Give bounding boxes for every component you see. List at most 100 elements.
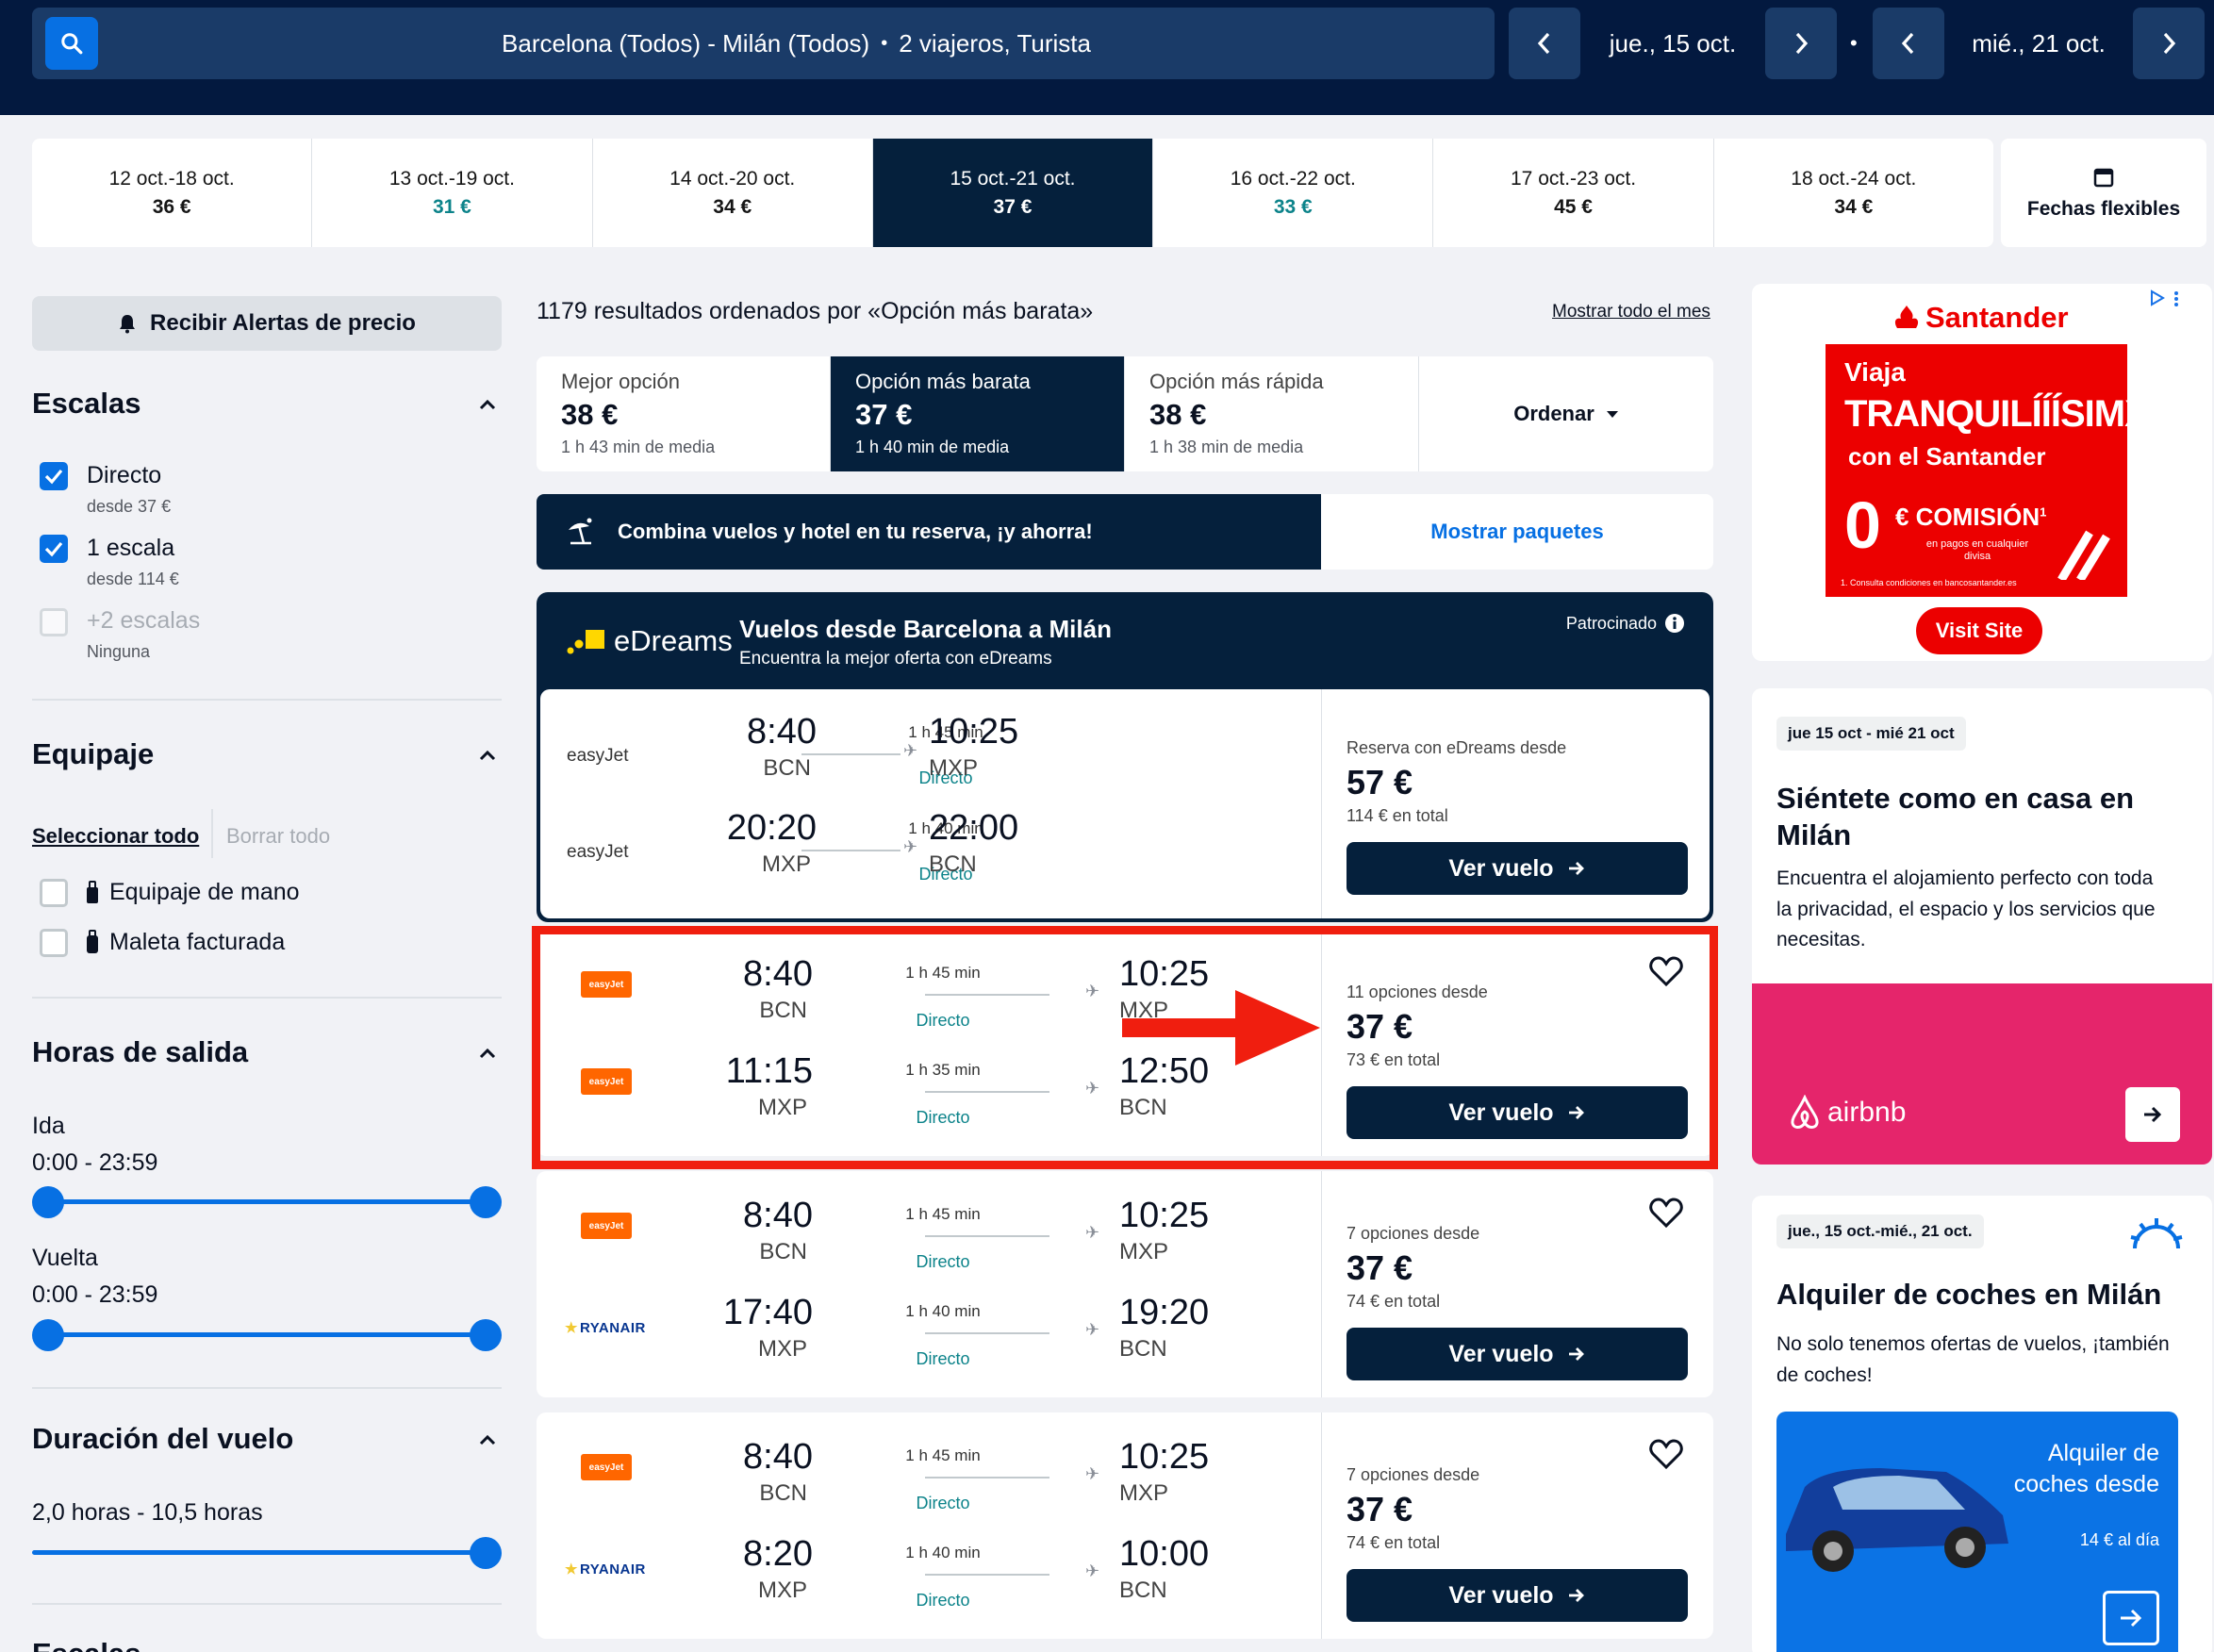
search-icon [61,33,83,55]
car-rental-ad[interactable]: jue., 15 oct.-mié., 21 oct. Alquiler de … [1752,1196,2212,1652]
edreams-itinerary[interactable]: easyJet 8:40 BCN 1 h 45 min ✈ Directo 10… [540,689,1710,918]
date-range: 18 oct.-24 oct. [1791,167,1917,190]
heart-icon[interactable] [1649,1439,1683,1469]
date-option[interactable]: 13 oct.-19 oct. 31 € [312,139,593,247]
duration-slider-track[interactable] [32,1550,487,1555]
search-button[interactable] [45,17,98,70]
view-flight-button[interactable]: Ver vuelo [1347,1328,1688,1380]
chevron-up-icon[interactable] [477,1429,498,1450]
chevron-up-icon[interactable] [477,745,498,766]
return-date[interactable]: mié., 21 oct. [1944,8,2133,79]
price-column: 7 opciones desde 37 € 74 € en total Ver vue… [1321,1171,1713,1397]
date-option[interactable]: 12 oct.-18 oct. 36 € [32,139,313,247]
select-all-link[interactable]: Seleccionar todo [32,824,199,849]
price-column: 7 opciones desde 37 € 74 € en total Ver vue… [1321,1412,1713,1639]
return-next-button[interactable] [2133,8,2205,79]
depart-date[interactable]: jue., 15 oct. [1580,8,1765,79]
flight-duration: 1 h 45 min [905,1446,981,1464]
arrival-airport: BCN [1119,1578,1167,1603]
santander-flame-icon [1894,306,1919,328]
stops-direct-checkbox[interactable] [40,462,68,490]
travelers-text: 2 viajeros, Turista [899,28,1091,58]
chevron-right-icon [1795,32,1809,55]
date-range: 14 oct.-20 oct. [669,167,796,190]
return-slider-min-handle[interactable] [32,1319,64,1351]
car-arrow-button[interactable] [2103,1591,2159,1645]
airbnb-ad[interactable]: jue 15 oct - mié 21 oct Siéntete como en… [1752,688,2212,1165]
date-option-selected[interactable]: 15 oct.-21 oct. 37 € [872,139,1154,247]
search-summary[interactable]: Barcelona (Todos) - Milán (Todos) • 2 vi… [98,8,1495,79]
order-dropdown[interactable]: Ordenar [1419,356,1713,471]
tab-fastest[interactable]: Opción más rápida 38 € 1 h 38 min de med… [1125,356,1419,471]
date-option[interactable]: 17 oct.-23 oct. 45 € [1433,139,1714,247]
date-range: 15 oct.-21 oct. [950,167,1076,190]
santander-brand: Santander [1925,301,2069,334]
outbound-slider-max-handle[interactable] [470,1186,502,1218]
chevron-up-icon[interactable] [477,1043,498,1064]
carry-on-checkbox[interactable] [40,879,68,907]
carry-on-label[interactable]: Equipaje de mano [109,879,300,906]
price: 57 € [1347,763,1413,801]
visit-site-button[interactable]: Visit Site [1916,607,2042,654]
date-option[interactable]: 16 oct.-22 oct. 33 € [1153,139,1434,247]
heart-icon[interactable] [1649,1198,1683,1228]
show-month-link[interactable]: Mostrar todo el mes [1552,302,1710,322]
date-separator: • [1850,31,1858,55]
options-text: 7 opciones desde [1347,1465,1480,1484]
price: 37 € [1347,1248,1413,1287]
date-option[interactable]: 18 oct.-24 oct. 34 € [1714,139,1993,247]
checked-bag-checkbox[interactable] [40,929,68,957]
adchoices-icon[interactable] [2148,289,2186,306]
stops-direct-label[interactable]: Directo [87,462,161,489]
plane-icon: ✈ [1085,1464,1100,1483]
date-price: 31 € [432,195,471,218]
outbound-slider-min-handle[interactable] [32,1186,64,1218]
flight-result-card[interactable]: easyJet 8:40 BCN 1 h 45 min ✈ Directo 10:25 MXP… [537,1171,1713,1397]
banner-line-2: TRANQUILÍÍÍSIMX [1844,393,2150,435]
tab-title: Opción más barata [855,370,1031,393]
chevron-up-icon[interactable] [477,394,498,415]
depart-next-button[interactable] [1765,8,1837,79]
sort-tabs: Mejor opción 38 € 1 h 43 min de media Op… [537,356,1713,471]
sun-logo-icon [2130,1218,2183,1249]
depart-prev-button[interactable] [1509,8,1580,79]
price-alert-button[interactable]: Recibir Alertas de precio [32,296,502,351]
car-promo-title: Alquiler de coches desde [2013,1440,2159,1497]
view-flight-button[interactable]: Ver vuelo [1347,842,1688,895]
date-price: 33 € [1273,195,1313,218]
stops-one-checkbox[interactable] [40,535,68,563]
date-price: 34 € [713,195,752,218]
return-slider-track[interactable] [47,1332,487,1337]
airbnb-arrow-button[interactable] [2125,1087,2180,1142]
arrival-airport: MXP [1119,1480,1169,1506]
outbound-slider-track[interactable] [47,1199,487,1204]
edreams-sponsored-card[interactable]: eDreams Vuelos desde Barcelona a Milán E… [537,592,1713,922]
info-icon[interactable] [1664,613,1685,634]
duration-slider-handle[interactable] [470,1537,502,1569]
tab-cheapest[interactable]: Opción más barata 37 € 1 h 40 min de med… [831,356,1125,471]
tab-best[interactable]: Mejor opción 38 € 1 h 43 min de media [537,356,831,471]
stops-two-plus-checkbox[interactable] [40,608,68,636]
show-packages-button[interactable]: Mostrar paquetes [1321,494,1713,570]
santander-ad[interactable]: Santander Viaja TRANQUILÍÍÍSIMX con el S… [1752,284,2212,661]
package-promo-text: Combina vuelos y hotel en tu reserva, ¡y… [618,520,1093,543]
caret-down-icon [1606,411,1618,418]
tab-price: 38 € [1149,398,1207,431]
total-price: 74 € en total [1347,1292,1441,1311]
flight-result-card[interactable]: easyJet 8:40 BCN 1 h 45 min ✈ Directo 10:25 MXP… [537,1412,1713,1639]
plane-icon: ✈ [1085,1223,1100,1242]
flexible-dates-button[interactable]: Fechas flexibles [2001,139,2206,247]
checked-bag-icon [87,930,98,953]
plane-icon: ✈ [1085,1561,1100,1580]
chevron-left-icon [1901,32,1914,55]
view-flight-button[interactable]: Ver vuelo [1347,1569,1688,1622]
sponsored-label: Patrocinado [1566,613,1685,634]
arrow-right-icon [1568,1589,1584,1602]
clear-all-link[interactable]: Borrar todo [226,824,330,849]
return-prev-button[interactable] [1873,8,1944,79]
show-packages-label: Mostrar paquetes [1430,520,1604,543]
date-option[interactable]: 14 oct.-20 oct. 34 € [593,139,873,247]
checked-bag-label[interactable]: Maleta facturada [109,929,285,956]
return-slider-max-handle[interactable] [470,1319,502,1351]
stops-one-label[interactable]: 1 escala [87,535,174,562]
